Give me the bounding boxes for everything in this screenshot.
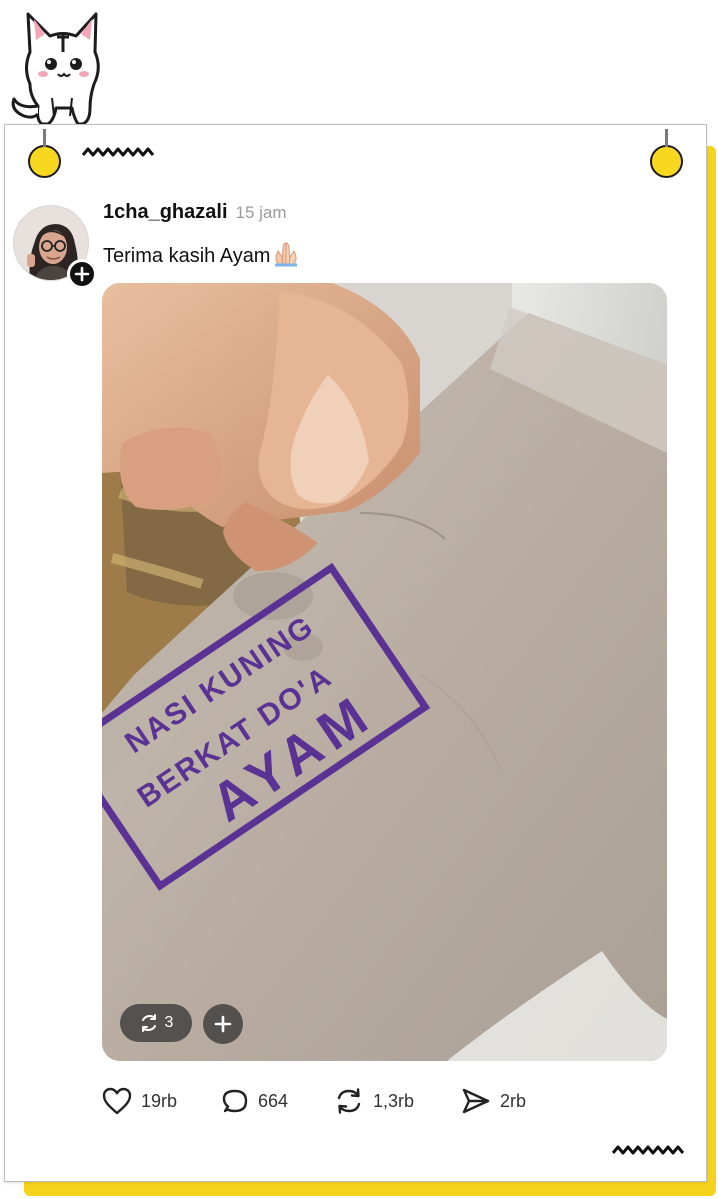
photo-repost-count: 3 <box>164 1014 174 1031</box>
like-button[interactable]: 19rb <box>101 1083 177 1119</box>
repost-icon <box>337 1088 361 1114</box>
repost-count: 1,3rb <box>373 1090 415 1111</box>
repost-button[interactable]: 1,3rb <box>333 1083 414 1119</box>
username[interactable]: 1cha_ghazali <box>103 201 228 224</box>
share-count: 2rb <box>500 1090 527 1111</box>
post-photo[interactable]: NASI KUNING BERKAT DO'A AYAM 3 <box>102 283 667 1061</box>
repost-icon <box>141 1014 156 1032</box>
zigzag-decoration-bottom <box>611 1145 685 1155</box>
post-time: 15 jam <box>235 203 287 222</box>
photo-plus-button[interactable] <box>203 1004 243 1044</box>
reply-count: 664 <box>258 1090 289 1111</box>
post-card: 1cha_ghazali 15 jam Terima kasih Ayam NA… <box>4 124 707 1182</box>
yellow-pin-left <box>28 129 61 178</box>
nasi-kuning-wrapper-photo: NASI KUNING BERKAT DO'A AYAM <box>102 283 667 1061</box>
post-action-bar: 19rb 664 1,3rb 2rb <box>101 1083 541 1119</box>
heart-icon <box>102 1087 132 1115</box>
profile-avatar[interactable] <box>13 205 97 289</box>
photo-repost-count-chip[interactable]: 3 <box>120 1004 192 1042</box>
plus-icon <box>214 1015 232 1033</box>
follow-plus-icon[interactable] <box>67 259 97 289</box>
comment-icon <box>222 1089 248 1113</box>
post-header: 1cha_ghazali 15 jam <box>103 201 287 224</box>
post-caption: Terima kasih Ayam <box>103 245 271 267</box>
reply-button[interactable]: 664 <box>220 1083 288 1119</box>
zigzag-decoration-top <box>81 147 155 157</box>
yellow-pin-right <box>650 129 683 178</box>
cat-sticker <box>11 12 100 126</box>
send-icon <box>462 1088 490 1114</box>
share-button[interactable]: 2rb <box>460 1083 526 1119</box>
like-count: 19rb <box>141 1090 178 1111</box>
post-caption-container: Terima kasih Ayam <box>103 241 301 268</box>
folded-hands-emoji-icon <box>275 242 298 267</box>
